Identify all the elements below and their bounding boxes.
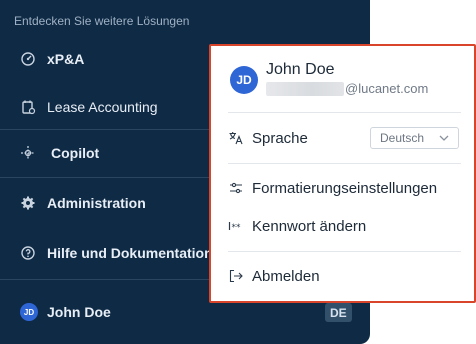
sidebar-item-label: Copilot (51, 145, 100, 161)
sidebar-item-label: Hilfe und Dokumentation (47, 245, 213, 261)
divider (228, 251, 461, 252)
logout-item[interactable]: Abmelden (228, 263, 468, 289)
logout-icon (228, 268, 244, 284)
email-domain: @lucanet.com (345, 81, 429, 96)
change-password-item[interactable]: ** Kennwort ändern (228, 213, 468, 239)
gear-icon (19, 194, 37, 212)
user-name: John Doe (47, 304, 111, 320)
language-select[interactable]: Deutsch (370, 127, 459, 149)
section-title: Entdecken Sie weitere Lösungen (14, 14, 190, 28)
copilot-sparkle-icon (19, 144, 37, 162)
password-icon: ** (228, 218, 244, 234)
popup-item-label: Kennwort ändern (252, 217, 367, 235)
translate-icon (228, 130, 244, 146)
chevron-down-icon (438, 131, 450, 148)
popup-item-label: Formatierungseinstellungen (252, 179, 438, 197)
language-label: Sprache (252, 129, 308, 147)
xpa-gauge-icon (19, 50, 37, 68)
popup-user-name: John Doe (266, 61, 335, 78)
language-select-value: Deutsch (380, 131, 425, 145)
sidebar-item-label: xP&A (47, 51, 85, 67)
help-circle-icon (19, 244, 37, 262)
sliders-icon (228, 180, 244, 196)
formatting-settings-item[interactable]: Formatierungseinstellungen (228, 175, 468, 201)
popup-user-email: @lucanet.com (266, 81, 428, 96)
popup-header: JD John Doe @lucanet.com (211, 46, 474, 112)
language-badge: DE (325, 303, 352, 322)
avatar: JD (230, 66, 258, 94)
avatar: JD (20, 303, 38, 321)
divider (228, 112, 461, 113)
user-menu-popup: JD John Doe @lucanet.com Sprache Deutsch… (209, 44, 476, 303)
sidebar-item-label: Lease Accounting (47, 99, 158, 115)
popup-item-label: Abmelden (252, 267, 320, 285)
divider (228, 163, 461, 164)
sidebar-item-label: Administration (47, 195, 146, 211)
svg-text:**: ** (232, 223, 242, 233)
lease-document-icon (19, 98, 37, 116)
redacted-email-part (266, 81, 344, 96)
